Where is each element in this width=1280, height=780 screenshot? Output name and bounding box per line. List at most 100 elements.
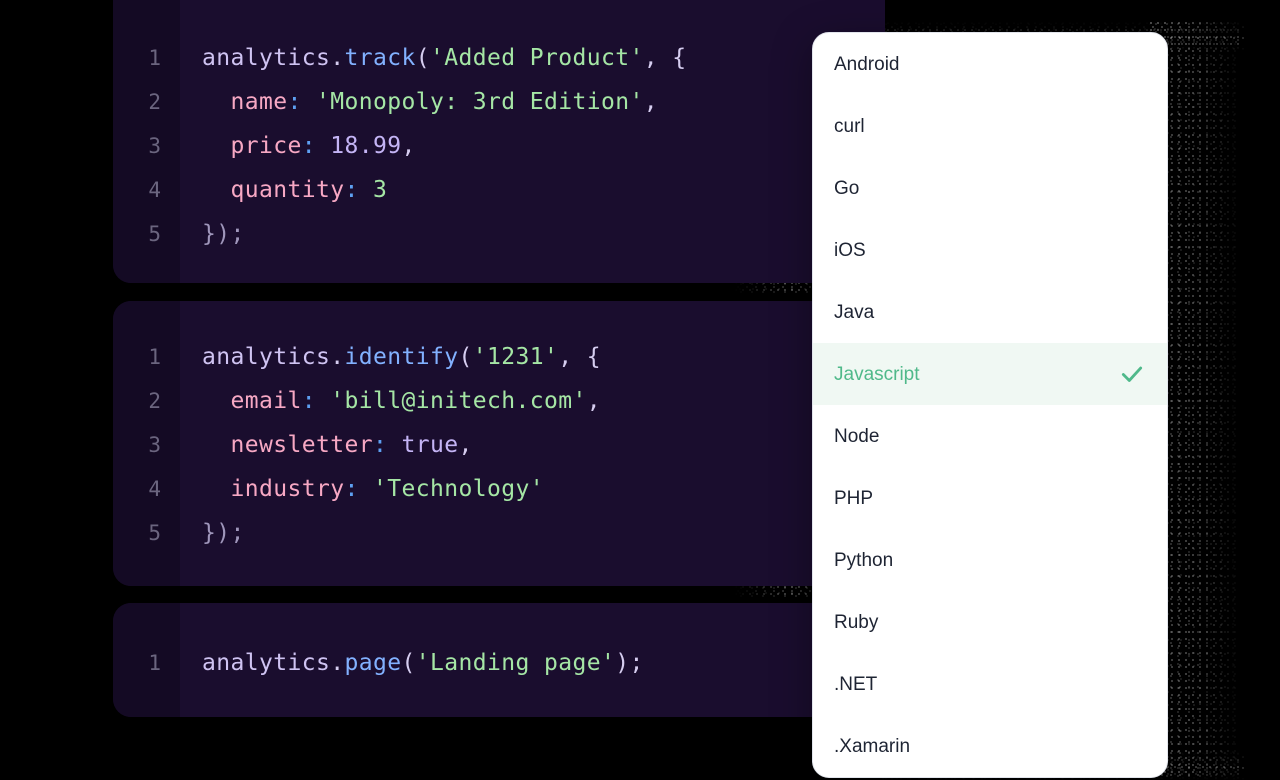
code-token: analytics (202, 650, 331, 676)
line-number-gutter: 1 2 3 4 5 (113, 0, 180, 283)
language-option-label: Java (834, 301, 875, 323)
code-token: industry (230, 476, 345, 502)
code-token: : (344, 476, 359, 502)
code-token: 'Added Product' (429, 45, 644, 71)
code-token: name (230, 89, 288, 115)
code-token: true (401, 432, 459, 458)
language-option-label: .Xamarin (834, 735, 911, 757)
code-token: , (401, 133, 416, 159)
code-line: }); (202, 511, 835, 555)
code-line: analytics.identify('1231', { (202, 335, 835, 379)
code-token: email (230, 388, 302, 414)
language-option-label: Android (834, 53, 900, 75)
line-number-gutter: 1 2 3 4 5 (113, 301, 180, 586)
code-token: : (344, 177, 359, 203)
code-content[interactable]: analytics.identify('1231', { email: 'bil… (180, 301, 835, 586)
language-option-net[interactable]: .NET (813, 653, 1167, 715)
language-option-label: Go (834, 177, 860, 199)
line-number: 4 (148, 477, 161, 501)
language-option-label: Javascript (834, 363, 920, 385)
code-token: page (344, 650, 402, 676)
code-token: ( (401, 650, 416, 676)
language-option-curl[interactable]: curl (813, 95, 1167, 157)
code-line: quantity: 3 (202, 168, 885, 212)
code-token: ( (458, 344, 473, 370)
code-line: analytics.track('Added Product', { (202, 36, 885, 80)
code-token: . (330, 344, 345, 370)
code-token: newsletter (230, 432, 373, 458)
code-token: , { (643, 45, 687, 71)
language-option-java[interactable]: Java (813, 281, 1167, 343)
code-token: , { (558, 344, 601, 370)
code-token: : (287, 89, 302, 115)
language-option-label: Python (834, 549, 894, 571)
language-option-python[interactable]: Python (813, 529, 1167, 591)
code-block-page[interactable]: 1 analytics.page('Landing page'); (113, 603, 835, 717)
code-line: name: 'Monopoly: 3rd Edition', (202, 80, 885, 124)
code-token: analytics (202, 344, 331, 370)
language-option-xamarin[interactable]: .Xamarin (813, 715, 1167, 777)
code-block-identify[interactable]: 1 2 3 4 5 analytics.identify('1231', { email… (113, 301, 835, 586)
language-selector-dropdown[interactable]: Android curl Go iOS Java Javascript Node PHP Pyt… (812, 32, 1168, 778)
code-line: newsletter: true, (202, 423, 835, 467)
language-option-go[interactable]: Go (813, 157, 1167, 219)
code-content[interactable]: analytics.page('Landing page'); (180, 603, 835, 717)
code-token: quantity (230, 177, 345, 203)
code-token: '1231' (472, 344, 559, 370)
language-option-label: Ruby (834, 611, 879, 633)
code-line: email: 'bill@initech.com', (202, 379, 835, 423)
language-option-javascript[interactable]: Javascript (813, 343, 1167, 405)
language-option-android[interactable]: Android (813, 33, 1167, 95)
line-number: 1 (148, 345, 161, 369)
language-option-label: iOS (834, 239, 866, 261)
code-token: }); (202, 221, 245, 247)
code-line: }); (202, 212, 885, 256)
code-token: , (643, 89, 658, 115)
code-token: analytics (202, 45, 331, 71)
line-number: 5 (148, 222, 161, 246)
code-token: track (344, 45, 416, 71)
code-token: ( (415, 45, 430, 71)
language-option-ios[interactable]: iOS (813, 219, 1167, 281)
code-token: price (230, 133, 302, 159)
language-option-label: PHP (834, 487, 874, 509)
code-token: . (330, 45, 345, 71)
line-number: 5 (148, 521, 161, 545)
code-token: , (586, 388, 601, 414)
code-content[interactable]: analytics.track('Added Product', { name:… (180, 0, 885, 283)
code-token: : (301, 388, 316, 414)
code-block-track[interactable]: 1 2 3 4 5 analytics.track('Added Product', {… (113, 0, 885, 283)
language-option-ruby[interactable]: Ruby (813, 591, 1167, 653)
code-token: 3 (372, 177, 388, 203)
line-number: 4 (148, 178, 161, 202)
language-option-label: curl (834, 115, 865, 137)
code-token: identify (344, 344, 459, 370)
code-token: }); (202, 520, 245, 546)
line-number: 3 (148, 433, 161, 457)
language-option-node[interactable]: Node (813, 405, 1167, 467)
line-number: 1 (148, 46, 161, 70)
language-option-label: Node (834, 425, 880, 447)
code-line: industry: 'Technology' (202, 467, 835, 511)
code-token: 'Technology' (372, 476, 544, 502)
code-token: : (372, 432, 388, 458)
check-icon (1119, 361, 1145, 387)
code-line: analytics.page('Landing page'); (202, 641, 835, 685)
code-line: price: 18.99, (202, 124, 885, 168)
code-token: ); (615, 650, 644, 676)
code-token: 'bill@initech.com' (330, 388, 587, 414)
line-number-gutter: 1 (113, 603, 180, 717)
language-option-php[interactable]: PHP (813, 467, 1167, 529)
code-token: 'Landing page' (415, 650, 616, 676)
code-token: 'Monopoly: 3rd Edition' (316, 89, 644, 115)
